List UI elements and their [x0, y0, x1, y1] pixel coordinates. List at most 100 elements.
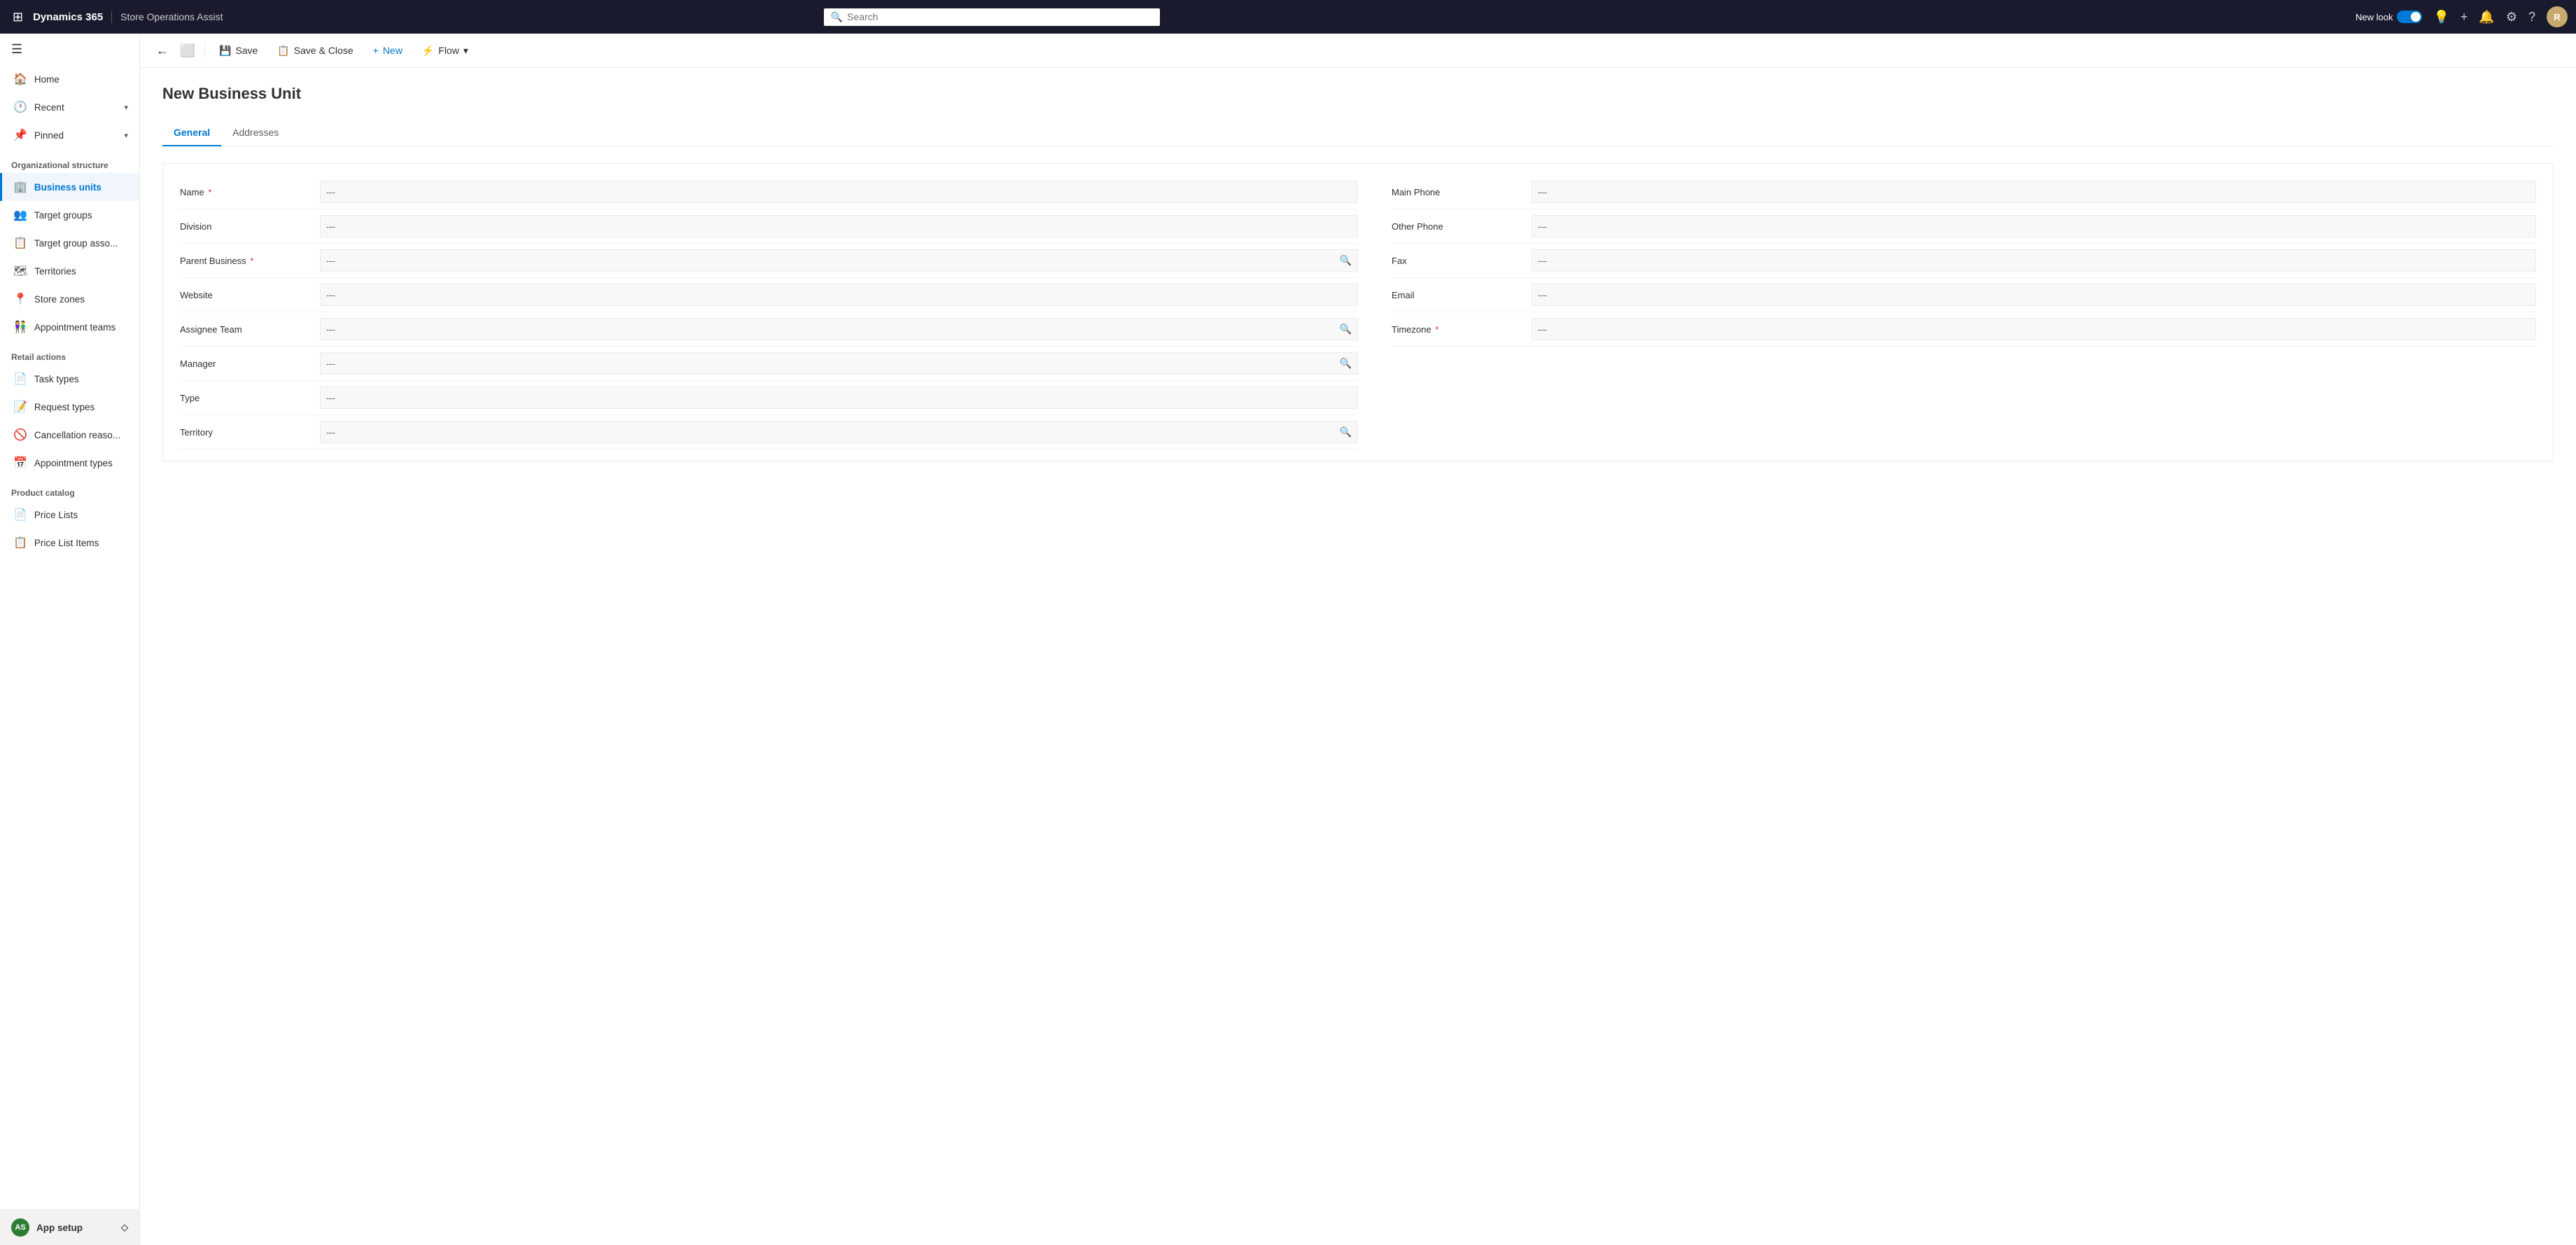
sidebar-item-business-units[interactable]: 🏢 Business units	[0, 173, 139, 201]
fax-field[interactable]: ---	[1532, 249, 2536, 272]
division-label: Division	[180, 221, 320, 232]
tab-general[interactable]: General	[162, 120, 221, 146]
tab-general-label: General	[174, 127, 210, 138]
manager-value: ---	[326, 359, 335, 369]
toolbar: ← ⬜ 💾 Save 📋 Save & Close + New ⚡ Flow ▾	[140, 34, 2576, 68]
sidebar-item-task-types-label: Task types	[34, 374, 79, 384]
app-setup-avatar: AS	[11, 1218, 29, 1237]
bell-icon[interactable]: 🔔	[2479, 10, 2494, 25]
territory-label: Territory	[180, 427, 320, 438]
new-look-label: New look	[2356, 12, 2393, 22]
territory-value: ---	[326, 427, 335, 438]
sidebar-item-store-zones[interactable]: 📍 Store zones	[0, 285, 139, 313]
type-value: ---	[326, 393, 335, 403]
form-left-column: Name * --- Division	[180, 175, 1358, 450]
sidebar-item-pinned-label: Pinned	[34, 130, 64, 141]
sidebar-item-cancellation-reasons[interactable]: 🚫 Cancellation reaso...	[0, 421, 139, 449]
flow-icon: ⚡	[422, 45, 434, 57]
website-value: ---	[326, 290, 335, 300]
sidebar-item-appointment-teams[interactable]: 👫 Appointment teams	[0, 313, 139, 341]
dynamics-365-label[interactable]: Dynamics 365	[33, 11, 112, 23]
save-close-button[interactable]: 📋 Save & Close	[269, 41, 361, 61]
sidebar-item-request-types[interactable]: 📝 Request types	[0, 393, 139, 421]
manager-field[interactable]: --- 🔍	[320, 352, 1358, 375]
division-field[interactable]: ---	[320, 215, 1358, 237]
sidebar-item-territories[interactable]: 🗺 Territories	[0, 257, 139, 285]
sidebar-item-home-label: Home	[34, 74, 59, 85]
expand-button[interactable]: ⬜	[176, 39, 199, 62]
assignee-team-field[interactable]: --- 🔍	[320, 318, 1358, 340]
other-phone-field[interactable]: ---	[1532, 215, 2536, 237]
sidebar-item-price-list-items[interactable]: 📋 Price List Items	[0, 529, 139, 557]
sidebar-item-recent[interactable]: 🕐 Recent ▾	[0, 93, 139, 121]
sidebar-item-request-types-label: Request types	[34, 402, 94, 412]
save-close-icon: 📋	[277, 45, 289, 57]
assignee-team-label: Assignee Team	[180, 324, 320, 335]
back-button[interactable]: ←	[151, 39, 174, 62]
recent-expand-icon: ▾	[124, 103, 128, 112]
retail-actions-section-title: Retail actions	[0, 341, 139, 365]
new-look-switch[interactable]	[2397, 11, 2422, 23]
main-phone-field[interactable]: ---	[1532, 181, 2536, 203]
search-icon: 🔍	[831, 11, 843, 23]
target-group-assoc-icon: 📋	[13, 236, 27, 250]
sidebar-item-task-types[interactable]: 📄 Task types	[0, 365, 139, 393]
grid-icon[interactable]: ⊞	[8, 6, 27, 29]
manager-search-icon[interactable]: 🔍	[1340, 358, 1352, 370]
name-label: Name *	[180, 187, 320, 197]
parent-business-search-icon[interactable]: 🔍	[1340, 255, 1352, 267]
save-button[interactable]: 💾 Save	[211, 41, 266, 61]
name-value: ---	[326, 187, 335, 197]
email-field[interactable]: ---	[1532, 284, 2536, 306]
user-avatar[interactable]: R	[2547, 6, 2568, 27]
website-field[interactable]: ---	[320, 284, 1358, 306]
sidebar-item-pinned[interactable]: 📌 Pinned ▾	[0, 121, 139, 149]
timezone-required: *	[1435, 324, 1438, 335]
form-row-fax: Fax ---	[1392, 244, 2536, 278]
email-label: Email	[1392, 290, 1532, 300]
tab-addresses[interactable]: Addresses	[221, 120, 290, 146]
search-input[interactable]	[847, 11, 1153, 22]
sidebar-item-appointment-types[interactable]: 📅 Appointment types	[0, 449, 139, 477]
new-look-toggle[interactable]: New look	[2356, 11, 2422, 23]
territory-search-icon[interactable]: 🔍	[1340, 426, 1352, 438]
target-groups-icon: 👥	[13, 208, 27, 222]
appointment-types-icon: 📅	[13, 456, 27, 470]
territory-field[interactable]: --- 🔍	[320, 421, 1358, 443]
timezone-field[interactable]: ---	[1532, 318, 2536, 340]
plus-icon[interactable]: +	[2460, 10, 2468, 25]
new-button[interactable]: + New	[365, 41, 411, 60]
timezone-value: ---	[1538, 324, 1547, 335]
name-field[interactable]: ---	[320, 181, 1358, 203]
top-navigation: ⊞ Dynamics 365 Store Operations Assist 🔍…	[0, 0, 2576, 34]
parent-business-field[interactable]: --- 🔍	[320, 249, 1358, 272]
page-title: New Business Unit	[162, 85, 2554, 103]
hamburger-button[interactable]: ☰	[0, 34, 139, 65]
type-field[interactable]: ---	[320, 387, 1358, 409]
help-icon[interactable]: ?	[2528, 10, 2535, 25]
flow-label: Flow	[438, 45, 459, 56]
settings-icon[interactable]: ⚙	[2506, 10, 2517, 25]
fax-value: ---	[1538, 256, 1547, 266]
store-zones-icon: 📍	[13, 292, 27, 306]
app-name-label[interactable]: Store Operations Assist	[120, 11, 223, 22]
lightbulb-icon[interactable]: 💡	[2433, 10, 2449, 25]
sidebar-item-territories-label: Territories	[34, 266, 76, 277]
cancellation-reasons-icon: 🚫	[13, 428, 27, 442]
app-setup-button[interactable]: AS App setup ◇	[0, 1209, 139, 1245]
sidebar-item-target-group-assoc[interactable]: 📋 Target group asso...	[0, 229, 139, 257]
form-row-assignee-team: Assignee Team --- 🔍	[180, 312, 1358, 347]
flow-chevron-icon: ▾	[463, 45, 468, 57]
flow-button[interactable]: ⚡ Flow ▾	[414, 41, 477, 61]
form-row-other-phone: Other Phone ---	[1392, 209, 2536, 244]
type-label: Type	[180, 393, 320, 403]
form-wrapper: Name * --- Division	[162, 163, 2554, 461]
search-bar[interactable]: 🔍	[824, 8, 1160, 26]
form-row-type: Type ---	[180, 381, 1358, 415]
sidebar-item-home[interactable]: 🏠 Home	[0, 65, 139, 93]
assignee-team-search-icon[interactable]: 🔍	[1340, 324, 1352, 335]
pinned-expand-icon: ▾	[124, 131, 128, 140]
sidebar-item-recent-label: Recent	[34, 102, 64, 113]
sidebar-item-target-groups[interactable]: 👥 Target groups	[0, 201, 139, 229]
sidebar-item-price-lists[interactable]: 📄 Price Lists	[0, 501, 139, 529]
